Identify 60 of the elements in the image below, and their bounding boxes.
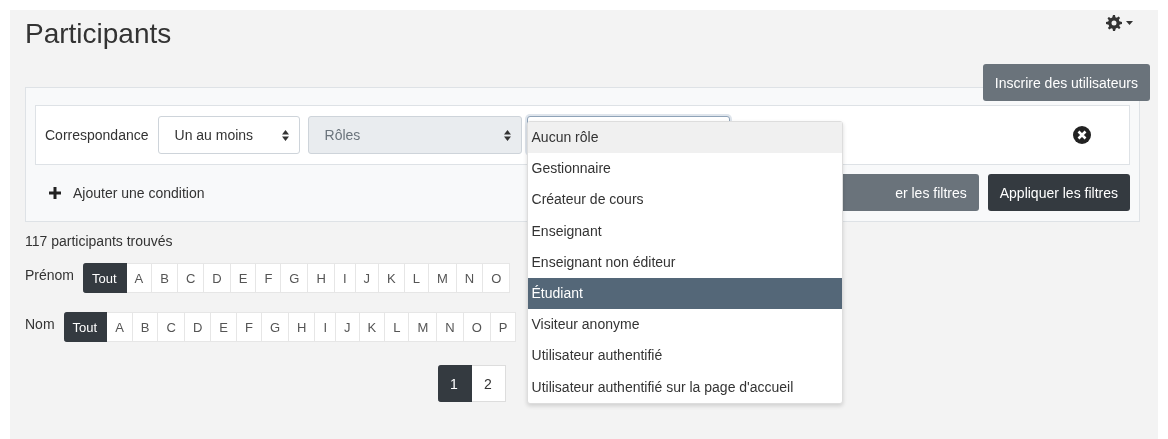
apply-filters-button[interactable]: Appliquer les filtres: [987, 174, 1130, 211]
role-type-select[interactable]: Rôles: [307, 116, 522, 154]
initial-letter[interactable]: Tout: [63, 312, 108, 342]
initial-letter[interactable]: B: [152, 263, 178, 293]
initial-letter[interactable]: H: [308, 263, 335, 293]
initial-letter[interactable]: I: [334, 263, 356, 293]
sort-icon: [503, 129, 511, 141]
initial-letter[interactable]: K: [379, 263, 405, 293]
initial-letter[interactable]: E: [230, 263, 257, 293]
initial-letter[interactable]: A: [126, 263, 153, 293]
initial-letter[interactable]: C: [158, 312, 185, 342]
initial-letter[interactable]: H: [289, 312, 316, 342]
initial-letter[interactable]: O: [483, 263, 511, 293]
dropdown-option[interactable]: Visiteur anonyme: [527, 309, 842, 341]
initial-letter[interactable]: J: [355, 263, 379, 293]
dropdown-option[interactable]: Enseignant non éditeur: [527, 246, 842, 278]
initial-letter[interactable]: C: [177, 263, 205, 293]
initial-letter[interactable]: F: [256, 263, 282, 293]
initial-letter[interactable]: L: [385, 312, 410, 342]
initials-label: Nom: [25, 316, 55, 332]
initial-letter[interactable]: A: [107, 312, 133, 342]
initial-letter[interactable]: L: [404, 263, 429, 293]
dropdown-option[interactable]: Aucun rôle: [527, 122, 842, 154]
initial-letter[interactable]: N: [437, 312, 464, 342]
initials-label: Prénom: [25, 267, 75, 283]
initial-letter[interactable]: B: [132, 312, 159, 342]
close-icon: [1073, 126, 1091, 144]
page-link[interactable]: 1: [437, 365, 472, 402]
dropdown-option[interactable]: Étudiant: [527, 277, 842, 310]
add-condition-button[interactable]: Ajouter une condition: [35, 184, 205, 201]
initial-letter[interactable]: J: [336, 312, 360, 342]
enrol-users-button[interactable]: Inscrire des utilisateurs: [982, 64, 1150, 101]
initial-letter[interactable]: D: [204, 263, 231, 293]
initial-letter[interactable]: G: [261, 312, 289, 342]
dropdown-option[interactable]: Utilisateur authentifié: [527, 340, 842, 372]
page-link[interactable]: 2: [471, 365, 506, 402]
initial-letter[interactable]: P: [490, 312, 517, 342]
initial-letter[interactable]: Tout: [83, 263, 127, 293]
initial-letter[interactable]: F: [236, 312, 262, 342]
initial-letter[interactable]: E: [211, 312, 237, 342]
initial-letter[interactable]: I: [315, 312, 337, 342]
initial-letter[interactable]: N: [456, 263, 484, 293]
initial-letter[interactable]: K: [359, 312, 386, 342]
settings-menu-button[interactable]: [1106, 15, 1133, 31]
plus-icon: [49, 186, 61, 199]
sort-icon: [281, 129, 289, 141]
participant-count: 117 participants trouvés: [25, 233, 174, 249]
initial-letter[interactable]: M: [409, 312, 438, 342]
initial-letter[interactable]: G: [281, 263, 309, 293]
settings-icon: [1106, 15, 1122, 31]
initial-letter[interactable]: O: [463, 312, 491, 342]
caret-icon: [1126, 21, 1133, 25]
dropdown-option[interactable]: Utilisateur authentifié sur la page d'accueil: [527, 371, 842, 403]
page-title: Participants: [25, 18, 172, 50]
match-select[interactable]: Un au moins: [157, 116, 300, 154]
dropdown-option[interactable]: Enseignant: [527, 215, 842, 247]
remove-condition-button[interactable]: [1073, 126, 1091, 144]
initial-letter[interactable]: M: [428, 263, 457, 293]
match-label: Correspondance: [45, 127, 149, 143]
initial-letter[interactable]: D: [184, 312, 212, 342]
